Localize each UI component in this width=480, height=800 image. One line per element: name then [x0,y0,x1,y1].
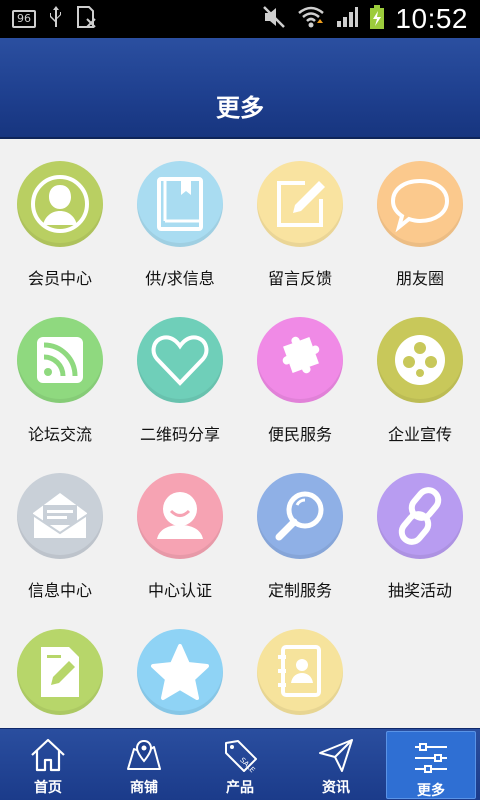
tab-label: 更多 [417,783,445,799]
svg-text:SALE: SALE [238,756,256,774]
grid-item-convenience[interactable]: 便民服务 [240,295,360,451]
grid-item-label: 企业宣传 [387,425,452,444]
grid-item-friends-circle[interactable]: 朋友圈 [360,139,480,295]
chat-bubble-icon [377,161,463,247]
page-title: 更多 [216,94,264,122]
grid-item-edit-doc[interactable] [0,607,120,728]
tab-label: 资讯 [322,780,350,796]
status-right: 10:52 [261,3,468,34]
usb-icon [48,5,64,33]
home-icon [31,738,65,772]
grid-item-feedback[interactable]: 留言反馈 [240,139,360,295]
bottom-tab-bar: 首页 商铺 SALE 产品 资讯 更多 [0,728,480,800]
book-icon [137,161,223,247]
mute-icon [261,5,287,33]
signal-icon [335,5,359,33]
tab-products[interactable]: SALE 产品 [192,729,288,800]
contacts-icon [257,629,343,715]
grid-item-label: 朋友圈 [395,269,444,288]
grid-item-corporate-promo[interactable]: 企业宣传 [360,295,480,451]
grid-item-contacts[interactable] [240,607,360,728]
grid-item-custom-service[interactable]: 定制服务 [240,451,360,607]
tab-store[interactable]: 商铺 [96,729,192,800]
grid-item-certification[interactable]: 中心认证 [120,451,240,607]
grid-item-label: 中心认证 [147,581,212,600]
grid-item-label: 留言反馈 [267,269,332,288]
mail-icon [17,473,103,559]
rss-icon [17,317,103,403]
grid-item-member-center[interactable]: 会员中心 [0,139,120,295]
grid-item-favorites[interactable] [120,607,240,728]
user-smile-icon [137,473,223,559]
tab-home[interactable]: 首页 [0,729,96,800]
star-icon [137,629,223,715]
grid-item-label: 信息中心 [27,581,92,600]
tab-news[interactable]: 资讯 [288,729,384,800]
notification-count-badge: 96 [12,10,36,28]
status-bar: 96 10:52 [0,0,480,38]
edit-doc-icon [17,629,103,715]
grid-item-supply-demand[interactable]: 供/求信息 [120,139,240,295]
tab-label: 产品 [226,780,254,796]
puzzle-icon [257,317,343,403]
grid-item-label: 论坛交流 [27,425,92,444]
grid-item-label: 会员中心 [27,269,92,288]
tab-label: 商铺 [130,780,158,796]
link-icon [377,473,463,559]
wifi-icon [297,5,325,33]
search-icon [257,473,343,559]
heart-icon [137,317,223,403]
battery-icon [369,4,385,34]
grid-item-info-center[interactable]: 信息中心 [0,451,120,607]
grid-item-label: 抽奖活动 [387,581,452,600]
feature-grid: 会员中心 供/求信息 留言反馈 朋友圈 论坛交流 二维码分享 便民服务 企业宣传… [0,139,480,728]
settings-sliders-icon [415,743,447,773]
grid-item-qr-share[interactable]: 二维码分享 [120,295,240,451]
grid-item-forum[interactable]: 论坛交流 [0,295,120,451]
member-icon [17,161,103,247]
status-time: 10:52 [395,3,468,34]
film-reel-icon [377,317,463,403]
grid-item-label: 二维码分享 [139,425,220,444]
paper-plane-icon [319,739,353,772]
status-left: 96 [12,6,98,32]
sale-tag-icon: SALE [225,740,257,774]
store-icon [127,739,161,770]
message-edit-icon [257,161,343,247]
tab-more[interactable]: 更多 [386,731,476,799]
grid-item-label: 供/求信息 [145,269,215,288]
grid-item-label: 定制服务 [267,581,332,600]
title-bar: 更多 [0,38,480,139]
grid-item-lottery[interactable]: 抽奖活动 [360,451,480,607]
tab-label: 首页 [34,780,62,796]
sim-card-icon [76,5,98,33]
grid-item-label: 便民服务 [267,425,332,444]
